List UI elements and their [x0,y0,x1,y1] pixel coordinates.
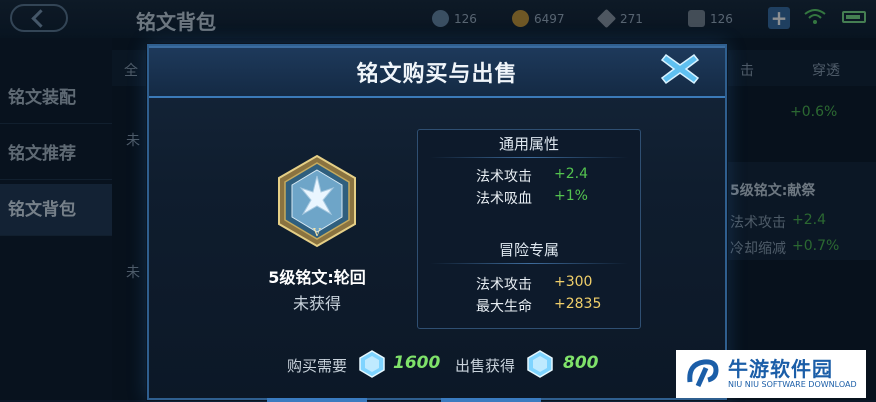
attribute-panel: 通用属性 法术攻击 +2.4 法术吸血 +1% 冒险专属 法术攻击 +300 最… [417,129,641,329]
sell-label: 出售获得 [455,357,516,375]
close-button[interactable] [658,50,702,88]
attr-label: 法术攻击 [476,277,532,293]
attr-label: 最大生命 [476,299,532,315]
rune-trade-dialog: 铭文购买与出售 V 5级铭文:轮回 未获得 通用属性 法术攻击 +2.4 法术吸… [147,44,727,402]
dialog-title: 铭文购买与出售 [356,62,518,87]
buy-label: 购买需要 [287,357,348,375]
crystal-icon [359,350,385,378]
attr-label: 法术攻击 [476,169,532,185]
attr-row: 法术吸血 +1% [418,188,640,210]
buy-button[interactable] [267,398,367,402]
adventure-attr-heading: 冒险专属 [418,238,640,264]
crystal-icon [527,350,553,378]
watermark: 牛游软件园 NIU NIU SOFTWARE DOWNLOAD [676,350,866,398]
sell-button[interactable] [441,398,541,402]
attr-row: 法术攻击 +2.4 [418,166,640,188]
brand-logo-icon [687,359,719,388]
watermark-text: 牛游软件园 [728,357,833,381]
attr-row: 最大生命 +2835 [418,296,640,318]
close-icon [660,53,700,85]
attr-value: +2.4 [554,166,588,182]
trade-row: 购买需要 1600 出售获得 800 [149,348,725,380]
sell-price: 800 [563,353,599,373]
attr-row: 法术攻击 +300 [418,274,640,296]
attr-value: +300 [554,274,593,290]
svg-text:V: V [312,226,322,239]
rune-name: 5级铭文:轮回 [268,268,366,287]
attr-value: +1% [554,188,588,204]
rune-status: 未获得 [292,294,341,313]
attr-value: +2835 [554,296,602,312]
rune-emblem-icon: V [278,154,356,248]
general-attr-heading: 通用属性 [418,132,640,158]
attr-label: 法术吸血 [476,191,532,207]
buy-price: 1600 [393,353,441,373]
dialog-header: 铭文购买与出售 [149,46,725,98]
watermark-subtext: NIU NIU SOFTWARE DOWNLOAD [728,380,857,389]
